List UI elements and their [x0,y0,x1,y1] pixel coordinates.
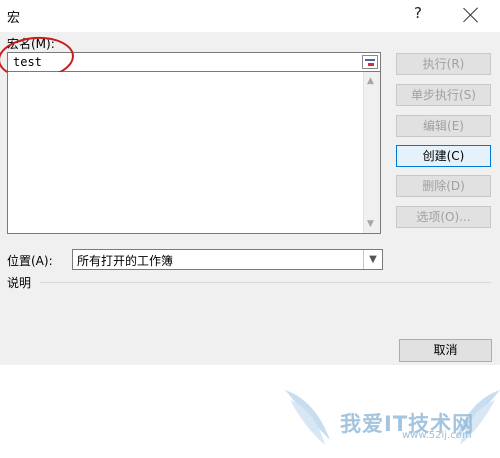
macro-dialog: 宏 ? 宏名(M): test ▲ ▼ 执行(R) 单步执行(S) 编辑(E) … [0,0,500,365]
range-select-icon[interactable] [362,55,378,69]
list-scrollbar[interactable]: ▲ ▼ [363,72,380,233]
step-into-button[interactable]: 单步执行(S) [396,84,491,106]
close-icon[interactable] [460,5,482,27]
position-value: 所有打开的工作簿 [77,254,174,268]
position-label: 位置(A): [7,254,53,268]
position-select[interactable]: 所有打开的工作簿 ▼ [72,249,383,270]
description-label: 说明 [7,276,32,290]
run-button[interactable]: 执行(R) [396,53,491,75]
create-button[interactable]: 创建(C) [396,145,491,167]
watermark-url: www.52ij.com [402,430,472,441]
scroll-down-icon[interactable]: ▼ [367,219,374,229]
help-button[interactable]: ? [414,4,422,22]
macro-list[interactable]: ▲ ▼ [7,72,381,234]
edit-button[interactable]: 编辑(E) [396,115,491,137]
description-divider [40,282,491,283]
chevron-down-icon[interactable]: ▼ [363,250,382,269]
title-bar: 宏 ? [0,0,500,32]
cancel-button[interactable]: 取消 [399,339,492,362]
scroll-up-icon[interactable]: ▲ [367,76,374,86]
options-button[interactable]: 选项(O)... [396,206,491,228]
dialog-title: 宏 [7,11,21,26]
delete-button[interactable]: 删除(D) [396,175,491,197]
